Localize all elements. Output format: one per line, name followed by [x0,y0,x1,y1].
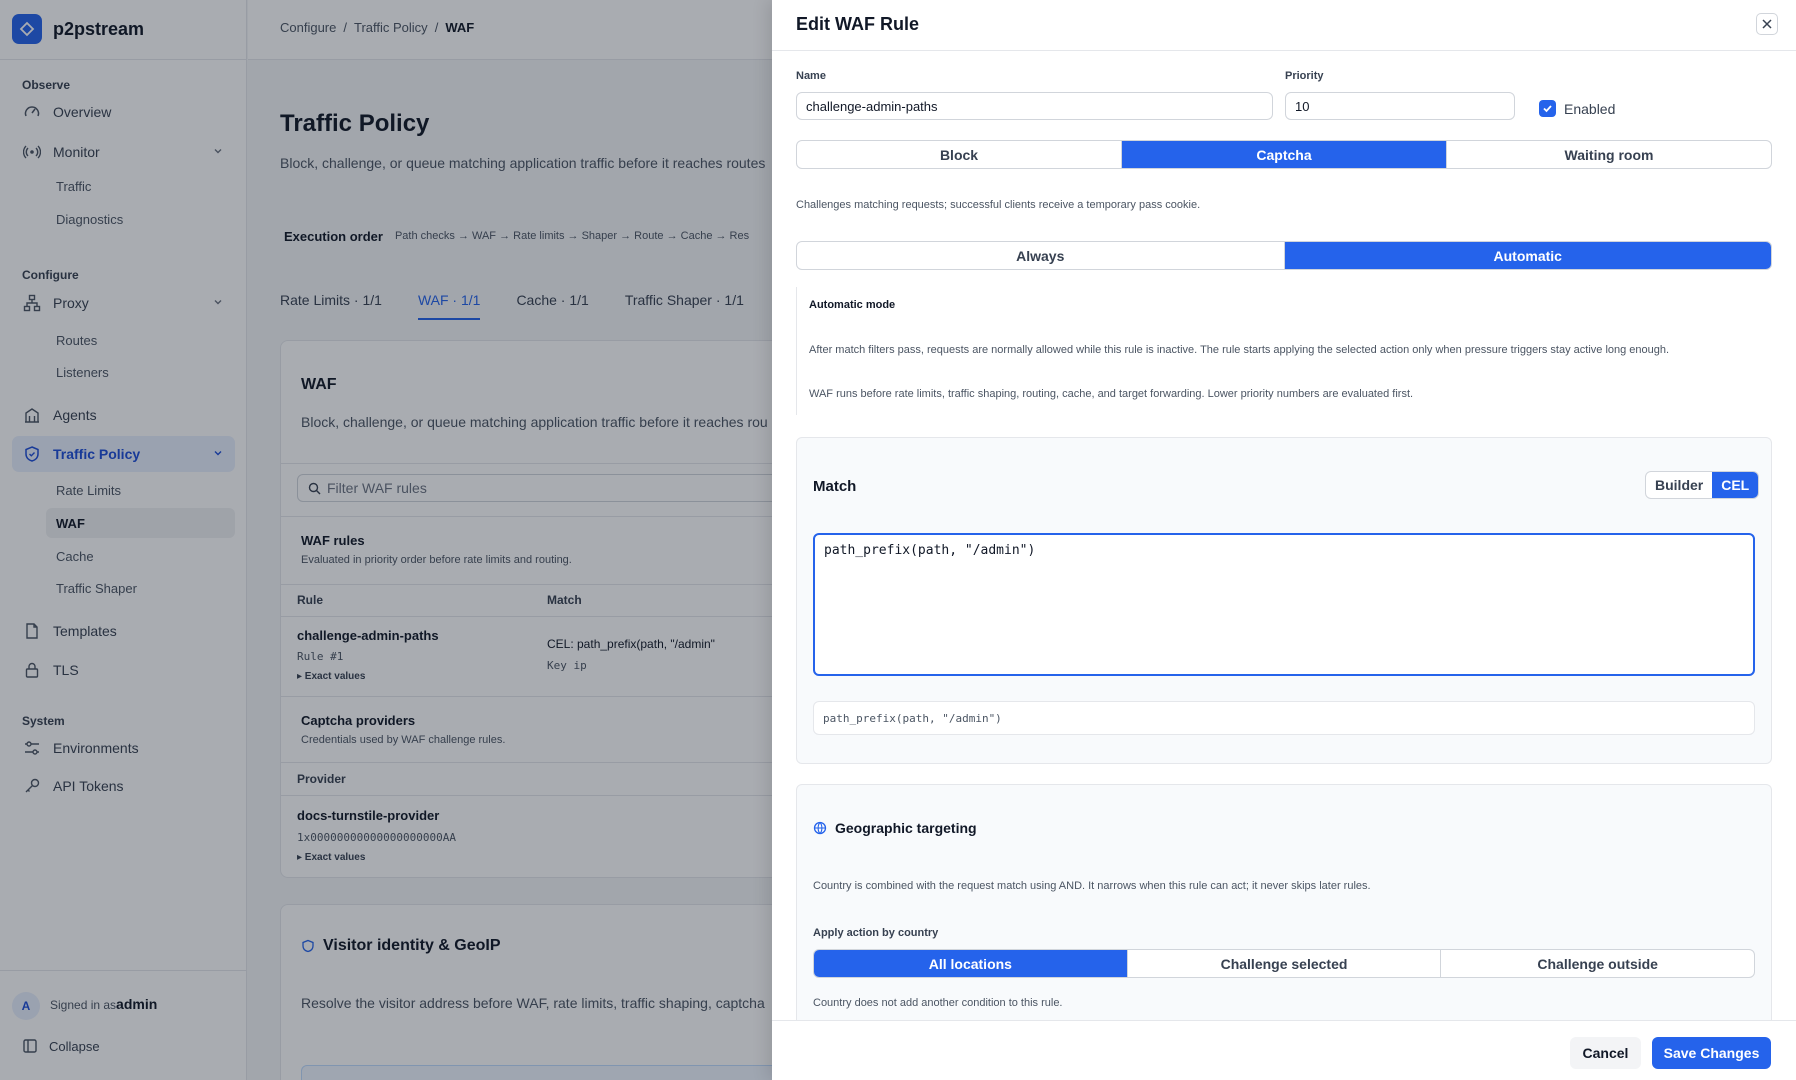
action-captcha[interactable]: Captcha [1122,141,1447,168]
save-changes-button[interactable]: Save Changes [1652,1037,1771,1069]
cel-toggle[interactable]: CEL [1712,472,1759,498]
builder-toggle[interactable]: Builder [1646,472,1712,498]
country-all-locations[interactable]: All locations [814,950,1128,977]
country-challenge-selected[interactable]: Challenge selected [1128,950,1442,977]
automatic-mode-info: Automatic mode After match filters pass,… [796,287,1772,415]
action-block[interactable]: Block [797,141,1122,168]
geographic-targeting-title: Geographic targeting [813,820,977,836]
name-input[interactable]: challenge-admin-paths [796,92,1273,120]
mode-automatic[interactable]: Automatic [1284,242,1771,269]
match-panel: Match Builder CEL path_prefix(path, "/ad… [796,437,1772,764]
automatic-mode-title: Automatic mode [809,299,896,311]
geographic-targeting-label: Geographic targeting [835,820,977,836]
country-challenge-outside[interactable]: Challenge outside [1441,950,1754,977]
action-waiting-room[interactable]: Waiting room [1447,141,1771,168]
match-title: Match [813,478,857,495]
geographic-targeting-description: Country is combined with the request mat… [813,880,1371,892]
modal-backdrop[interactable] [0,0,772,1080]
enabled-label: Enabled [1564,101,1616,117]
priority-input[interactable]: 10 [1285,92,1515,120]
cel-expression-preview: path_prefix(path, "/admin") [813,701,1755,735]
automatic-mode-order-text: WAF runs before rate limits, traffic sha… [809,388,1414,400]
priority-label: Priority [1285,70,1324,82]
edit-waf-rule-drawer: Edit WAF Rule Name challenge-admin-paths… [772,0,1796,1080]
action-selector: Block Captcha Waiting room [796,140,1772,169]
divider [772,50,1796,51]
enabled-checkbox[interactable] [1539,100,1556,117]
action-help-text: Challenges matching requests; successful… [796,199,1201,211]
mode-selector: Always Automatic [796,241,1772,270]
match-mode-toggle: Builder CEL [1645,471,1760,499]
drawer-footer: Cancel Save Changes [772,1020,1796,1080]
drawer-title: Edit WAF Rule [796,14,919,34]
close-icon [1761,18,1773,30]
automatic-mode-text: After match filters pass, requests are n… [809,344,1670,356]
globe-icon [813,821,827,835]
apply-by-country-label: Apply action by country [813,927,939,939]
cancel-button[interactable]: Cancel [1570,1037,1641,1069]
close-button[interactable] [1756,13,1778,35]
country-note: Country does not add another condition t… [813,997,1063,1009]
country-selector: All locations Challenge selected Challen… [813,949,1755,978]
mode-always[interactable]: Always [797,242,1285,269]
checkmark-icon [1542,103,1553,114]
cel-expression-editor[interactable]: path_prefix(path, "/admin") [813,533,1755,676]
name-label: Name [796,70,826,82]
